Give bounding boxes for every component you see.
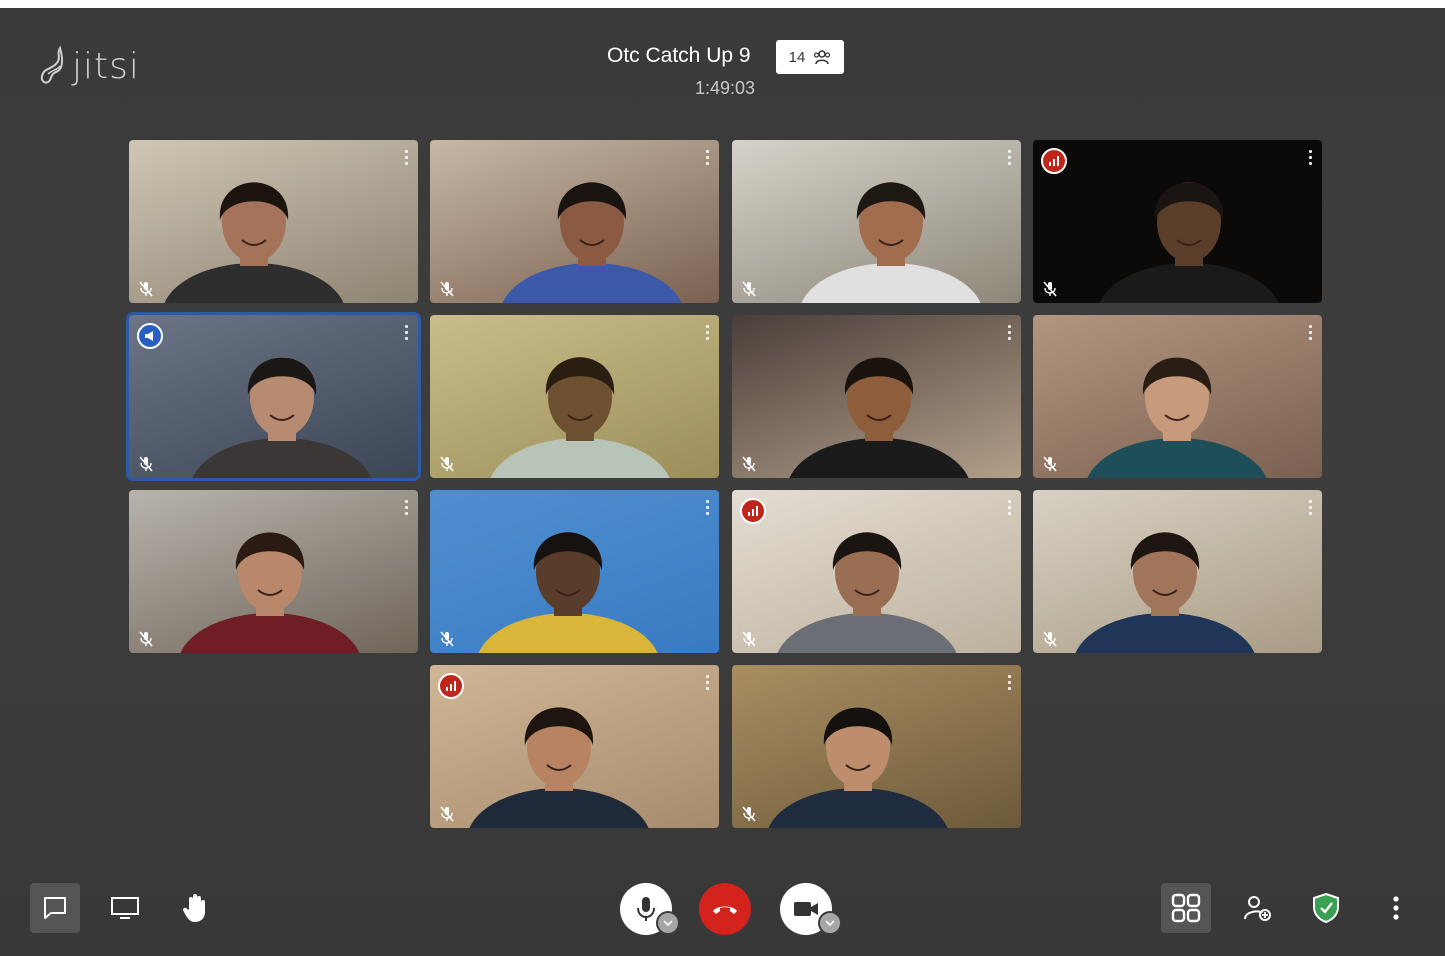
participant-tile[interactable] — [430, 315, 719, 478]
participant-video — [478, 532, 658, 653]
muted-microphone-icon — [742, 806, 756, 822]
participant-tile[interactable] — [430, 665, 719, 828]
tile-menu-icon[interactable] — [701, 498, 713, 516]
tile-menu-icon[interactable] — [400, 498, 412, 516]
muted-microphone-icon — [1043, 456, 1057, 472]
chat-button[interactable] — [30, 883, 80, 933]
muted-microphone-icon — [440, 806, 454, 822]
tile-menu-icon[interactable] — [701, 148, 713, 166]
hangup-button[interactable] — [699, 883, 751, 935]
participant-tile[interactable] — [732, 140, 1021, 303]
screen-share-button[interactable] — [100, 883, 150, 933]
participant-video — [789, 357, 969, 478]
muted-microphone-icon — [1043, 281, 1057, 297]
participant-count: 14 — [788, 48, 806, 66]
hangup-icon — [713, 906, 737, 914]
tile-menu-icon[interactable] — [1304, 323, 1316, 341]
participant-tile[interactable] — [129, 140, 418, 303]
participants-icon — [814, 50, 831, 65]
tile-menu-icon[interactable] — [701, 323, 713, 341]
tile-view-button[interactable] — [1161, 883, 1211, 933]
participant-tile[interactable] — [129, 490, 418, 653]
participant-video — [801, 182, 981, 303]
participant-tile[interactable] — [732, 665, 1021, 828]
muted-microphone-icon — [440, 456, 454, 472]
participant-video — [469, 707, 649, 828]
tile-menu-icon[interactable] — [400, 323, 412, 341]
invite-icon — [1244, 896, 1271, 921]
toolbar — [0, 870, 1445, 956]
participant-video — [490, 357, 670, 478]
participant-video — [192, 357, 372, 478]
muted-microphone-icon — [742, 456, 756, 472]
participant-video — [768, 707, 948, 828]
camera-options-button[interactable] — [818, 911, 842, 935]
participant-count-button[interactable]: 14 — [776, 40, 844, 74]
security-shield-icon — [1313, 892, 1339, 924]
participant-video — [180, 532, 360, 653]
microphone-options-button[interactable] — [656, 911, 680, 935]
participant-video — [1075, 532, 1255, 653]
muted-microphone-icon — [139, 456, 153, 472]
participant-tile[interactable] — [129, 315, 418, 478]
tile-menu-icon[interactable] — [1304, 498, 1316, 516]
chevron-down-icon — [663, 920, 673, 927]
participant-tile[interactable] — [1033, 490, 1322, 653]
participant-tile[interactable] — [430, 140, 719, 303]
muted-microphone-icon — [742, 281, 756, 297]
participant-tile[interactable] — [430, 490, 719, 653]
tile-menu-icon[interactable] — [1304, 148, 1316, 166]
meeting-title: Otc Catch Up 9 — [607, 44, 751, 67]
meeting-header: Otc Catch Up 9 14 1:49:03 — [0, 40, 1445, 110]
participant-tile[interactable] — [1033, 140, 1322, 303]
participant-video — [164, 182, 344, 303]
top-strip — [0, 0, 1445, 8]
participant-video — [777, 532, 957, 653]
tile-menu-icon[interactable] — [701, 673, 713, 691]
muted-microphone-icon — [139, 631, 153, 647]
raise-hand-icon — [182, 894, 205, 922]
participant-video — [502, 182, 682, 303]
tile-menu-icon[interactable] — [1003, 323, 1015, 341]
participant-video — [1087, 357, 1267, 478]
dominant-speaker-icon[interactable] — [137, 323, 163, 349]
participant-tile[interactable] — [732, 315, 1021, 478]
more-button[interactable] — [1371, 883, 1421, 933]
invite-button[interactable] — [1232, 883, 1282, 933]
raise-hand-button[interactable] — [170, 883, 220, 933]
participant-tile[interactable] — [1033, 315, 1322, 478]
security-button[interactable] — [1301, 883, 1351, 933]
meeting-timer: 1:49:03 — [695, 78, 756, 98]
participant-tile[interactable] — [732, 490, 1021, 653]
muted-microphone-icon — [440, 631, 454, 647]
chat-icon — [44, 897, 66, 919]
connection-status-icon[interactable] — [1041, 148, 1067, 174]
tile-menu-icon[interactable] — [1003, 673, 1015, 691]
tile-menu-icon[interactable] — [400, 148, 412, 166]
screen-share-icon — [111, 897, 139, 919]
more-icon — [1393, 896, 1399, 920]
chevron-down-icon — [825, 920, 835, 927]
microphone-icon — [637, 897, 655, 921]
tile-menu-icon[interactable] — [1003, 148, 1015, 166]
muted-microphone-icon — [139, 281, 153, 297]
tile-menu-icon[interactable] — [1003, 498, 1015, 516]
muted-microphone-icon — [1043, 631, 1057, 647]
connection-status-icon[interactable] — [740, 498, 766, 524]
camera-icon — [794, 902, 818, 916]
tile-view-icon — [1171, 893, 1201, 923]
muted-microphone-icon — [440, 281, 454, 297]
participant-video — [1099, 182, 1279, 303]
connection-status-icon[interactable] — [438, 673, 464, 699]
muted-microphone-icon — [742, 631, 756, 647]
